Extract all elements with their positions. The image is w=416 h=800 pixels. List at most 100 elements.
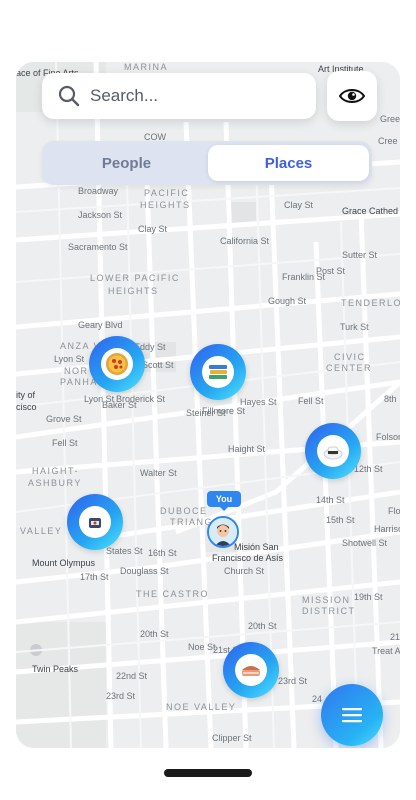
street-label: 21 — [390, 632, 400, 642]
tab-people[interactable]: People — [46, 145, 207, 181]
map-area-label: NOE VALLEY — [166, 702, 236, 712]
street-label: Fell St — [298, 396, 324, 406]
place-label: Francisco de Asís — [212, 553, 284, 563]
books-icon — [209, 365, 227, 379]
street-label: 23rd St — [106, 691, 136, 701]
place-marker-books[interactable] — [190, 344, 246, 400]
street-label: 20th St — [140, 629, 169, 639]
street-label: Cree — [378, 136, 398, 146]
map-area-label: MISSION — [302, 595, 351, 605]
pizza-icon — [106, 353, 128, 375]
street-label: Jackson St — [78, 210, 123, 220]
street-label: Hayes St — [240, 397, 277, 407]
place-marker-sushi[interactable] — [305, 423, 361, 479]
people-places-switch: People Places — [42, 141, 372, 185]
place-marker-pizza[interactable] — [89, 336, 145, 392]
street-label: Fillmore St — [202, 406, 246, 416]
you-label: You — [207, 491, 241, 511]
ramen-icon — [89, 518, 101, 528]
place-marker-books-inner — [202, 356, 234, 388]
street-label: 14th St — [316, 495, 345, 505]
street-label: Gough St — [268, 296, 307, 306]
street-label: 24 — [312, 694, 322, 704]
map-area-label: ASHBURY — [28, 478, 82, 488]
map-area-label: HAIGHT- — [32, 466, 79, 476]
place-marker-pizza-inner — [101, 348, 133, 380]
street-label: 8th — [384, 394, 397, 404]
street-label: Walter St — [140, 468, 177, 478]
street-label: 22nd St — [116, 671, 148, 681]
tab-places[interactable]: Places — [208, 145, 369, 181]
street-label: Clipper St — [212, 733, 252, 743]
street-label: 15th St — [326, 515, 355, 525]
cake-icon — [242, 666, 260, 676]
map-area-label: PACIFIC — [144, 188, 189, 198]
place-label: Mount Olympus — [32, 558, 96, 568]
street-label: Treat Ave — [372, 646, 400, 656]
user-avatar[interactable] — [207, 516, 239, 548]
street-label: Church St — [224, 566, 265, 576]
home-indicator — [164, 769, 252, 777]
street-label: Sutter St — [342, 250, 378, 260]
street-label: California St — [220, 236, 270, 246]
street-label: Lyon St — [54, 354, 85, 364]
street-label: 12th St — [354, 464, 383, 474]
place-label: Grace Cathed — [342, 206, 398, 216]
visibility-toggle-button[interactable] — [327, 71, 377, 121]
menu-button[interactable] — [321, 684, 383, 746]
avatar-icon — [209, 518, 237, 546]
street-label: Turk St — [340, 322, 369, 332]
map-area-label: NOR — [64, 366, 89, 376]
place-marker-sushi-inner — [317, 435, 349, 467]
app-screen: MARINA PACIFIC HEIGHTS LOWER PACIFIC HEI… — [16, 62, 400, 748]
street-label: Scott St — [142, 360, 174, 370]
place-marker-cake-inner — [235, 654, 267, 686]
map-area-label: CIVIC — [334, 352, 366, 362]
street-label: Green — [380, 114, 400, 124]
map-area-label: THE CASTRO — [136, 589, 209, 599]
place-marker-cake[interactable] — [223, 642, 279, 698]
street-label: Sacramento St — [68, 242, 128, 252]
street-label: Florida St — [388, 506, 400, 516]
map-area-label: LOWER PACIFIC — [90, 273, 180, 283]
place-marker-ramen[interactable] — [67, 494, 123, 550]
street-label: 20th St — [248, 621, 277, 631]
street-label: Douglass St — [120, 566, 169, 576]
place-label: Misión San — [234, 542, 279, 552]
street-label: States St — [106, 546, 143, 556]
street-label: Broadway — [78, 186, 119, 196]
map-area-label: VALLEY — [20, 526, 62, 536]
eye-icon — [338, 89, 366, 103]
map-area-label: HEIGHTS — [108, 286, 159, 296]
street-label: Folsom — [376, 432, 400, 442]
map-area-label: CENTER — [326, 363, 372, 373]
map-area-label: DUBOCE — [160, 506, 208, 516]
street-label: Geary Blvd — [78, 320, 123, 330]
street-label: Fell St — [52, 438, 78, 448]
street-label: Clay St — [284, 200, 314, 210]
street-label: Haight St — [228, 444, 266, 454]
place-label: cisco — [16, 402, 37, 412]
search-bar[interactable] — [42, 73, 316, 119]
street-label: Harrison St — [374, 524, 400, 534]
street-label: 17th St — [80, 572, 109, 582]
street-label: Grove St — [46, 414, 82, 424]
street-label: Clay St — [138, 224, 168, 234]
street-label: Broderick St — [116, 394, 166, 404]
search-icon — [58, 85, 80, 107]
street-label: Noe St — [188, 642, 216, 652]
map-area-label: HEIGHTS — [140, 200, 191, 210]
place-label: ity of — [16, 390, 36, 400]
hamburger-menu-icon — [342, 708, 362, 723]
map-area-label: TENDERLOI — [341, 298, 400, 308]
map-area-label: DISTRICT — [302, 606, 356, 616]
street-label: 19th St — [354, 592, 383, 602]
sushi-icon — [323, 446, 343, 460]
map-area-label: TRIANG — [170, 517, 213, 527]
search-input[interactable] — [88, 85, 292, 107]
street-label: 23rd St — [278, 676, 308, 686]
street-label: 16th St — [148, 548, 177, 558]
street-label: Shotwell St — [342, 538, 388, 548]
place-marker-ramen-inner — [79, 506, 111, 538]
map-area-label: MARINA — [124, 62, 168, 72]
